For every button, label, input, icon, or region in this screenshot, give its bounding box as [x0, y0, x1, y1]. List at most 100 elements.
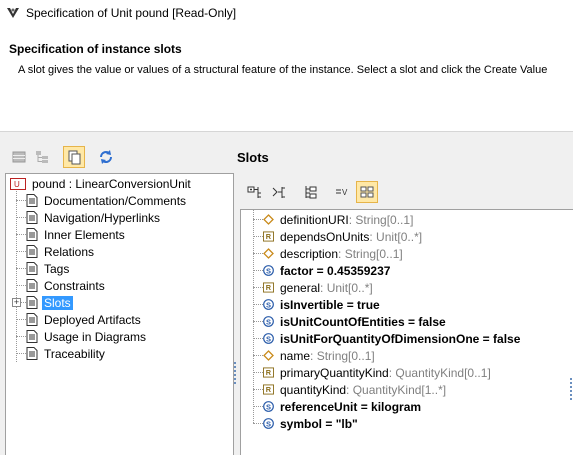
tree-item[interactable]: Tags [26, 260, 71, 277]
tree-connector [16, 336, 26, 337]
grid-view-button[interactable] [356, 181, 378, 203]
reference-icon: R [263, 231, 274, 242]
svg-text:U: U [14, 180, 20, 189]
magicdraw-app-icon [5, 5, 21, 21]
tree-item-label: Tags [44, 261, 70, 276]
sort-icon [305, 186, 317, 199]
slot-row[interactable]: RdependsOnUnits : Unit[0..*] [263, 228, 422, 245]
tree-item[interactable]: Constraints [26, 277, 107, 294]
slot-row[interactable]: description : String[0..1] [263, 245, 403, 262]
slot-connector [253, 287, 263, 288]
slot-connector [253, 355, 263, 356]
slot-connector [253, 304, 263, 305]
page-icon [26, 211, 38, 224]
panel-splitter[interactable] [234, 142, 237, 455]
svg-text:R: R [266, 385, 272, 394]
slot-row[interactable]: definitionURI : String[0..1] [263, 211, 413, 228]
tree-item[interactable]: Navigation/Hyperlinks [26, 209, 162, 226]
expand-all-button[interactable] [244, 181, 266, 203]
slot-name: definitionURI [280, 212, 349, 227]
tree-connector [16, 217, 26, 218]
page-icon [26, 279, 38, 292]
slot-name: description [280, 246, 339, 261]
slot-name: isUnitForQuantityOfDimensionOne = false [280, 331, 521, 346]
slot-name: primaryQuantityKind [280, 365, 389, 380]
slot-name: isUnitCountOfEntities = false [280, 314, 446, 329]
properties-view-button[interactable] [8, 146, 30, 168]
slot-row[interactable]: RquantityKind : QuantityKind[1..*] [263, 381, 446, 398]
slot-row[interactable]: name : String[0..1] [263, 347, 375, 364]
slot-name: referenceUnit = kilogram [280, 399, 422, 414]
slot-row[interactable]: Rgeneral : Unit[0..*] [263, 279, 373, 296]
svg-text:R: R [266, 368, 272, 377]
page-icon [26, 313, 38, 326]
slot-type: : Unit[0..*] [369, 229, 423, 244]
tree-item[interactable]: Slots [26, 294, 73, 311]
tree-item[interactable]: Inner Elements [26, 226, 127, 243]
instance-icon: U [10, 177, 26, 190]
slot-value-icon: S [263, 418, 274, 429]
tree-item-label: Constraints [44, 278, 105, 293]
tree-item-label: Deployed Artifacts [44, 312, 141, 327]
slot-row[interactable]: Sfactor = 0.45359237 [263, 262, 390, 279]
tree-item-label: Inner Elements [44, 227, 125, 242]
svg-text:S: S [266, 301, 271, 310]
spec-navigation-tree: U pound : LinearConversionUnit Documenta… [5, 173, 234, 455]
window-title: Specification of Unit pound [Read-Only] [26, 6, 237, 20]
tree-connector [16, 285, 26, 286]
slot-name: symbol = "lb" [280, 416, 358, 431]
svg-text:S: S [266, 403, 271, 412]
expand-all-icon [247, 186, 261, 198]
slot-row[interactable]: SisUnitCountOfEntities = false [263, 313, 446, 330]
left-toolbar [0, 142, 233, 172]
table-grid-icon [12, 151, 26, 163]
slot-row[interactable]: SisInvertible = true [263, 296, 380, 313]
copy-pages-icon [68, 150, 81, 165]
page-icon [26, 245, 38, 258]
slot-value-icon: S [263, 265, 274, 276]
page-icon [26, 228, 38, 241]
tree-root[interactable]: U pound : LinearConversionUnit [10, 175, 193, 192]
collapse-all-icon [272, 187, 285, 198]
tree-item[interactable]: Usage in Diagrams [26, 328, 148, 345]
slots-tree: definitionURI : String[0..1] RdependsOnUn… [240, 209, 573, 455]
tree-connector [16, 268, 26, 269]
svg-text:S: S [266, 267, 271, 276]
slot-connector [253, 372, 263, 373]
slot-row[interactable]: SreferenceUnit = kilogram [263, 398, 421, 415]
tree-item[interactable]: Documentation/Comments [26, 192, 188, 209]
tree-item-label: Relations [44, 244, 95, 259]
show-values-button[interactable]: V [332, 181, 354, 203]
compact-view-button[interactable] [63, 146, 85, 168]
tree-connector [16, 200, 26, 201]
reference-icon: R [263, 282, 274, 293]
tree-item-label: Usage in Diagrams [44, 329, 147, 344]
tree-root-label: pound : LinearConversionUnit [32, 176, 191, 191]
sort-button[interactable] [300, 181, 322, 203]
grid-icon [360, 186, 374, 198]
page-icon [26, 194, 38, 207]
page-icon [26, 347, 38, 360]
slot-row[interactable]: RprimaryQuantityKind : QuantityKind[0..1… [263, 364, 491, 381]
svg-text:V: V [342, 188, 348, 197]
tree-item[interactable]: Traceability [26, 345, 107, 362]
expand-toggle-icon[interactable]: + [12, 298, 21, 307]
slot-value-icon: S [263, 299, 274, 310]
tree-item[interactable]: Deployed Artifacts [26, 311, 143, 328]
slot-row[interactable]: Ssymbol = "lb" [263, 415, 358, 432]
reference-icon: R [263, 367, 274, 378]
collapse-all-button[interactable] [268, 181, 290, 203]
slot-connector [253, 338, 263, 339]
spec-heading: Specification of instance slots [9, 42, 182, 56]
refresh-button[interactable] [95, 146, 117, 168]
diamond-icon [263, 248, 274, 259]
svg-text:R: R [266, 283, 272, 292]
svg-text:S: S [266, 318, 271, 327]
tree-item[interactable]: Relations [26, 243, 96, 260]
hierarchy-view-button[interactable] [31, 146, 53, 168]
diamond-icon [263, 214, 274, 225]
slot-type: : QuantityKind[1..*] [346, 382, 447, 397]
slots-toolbar: V [240, 178, 573, 206]
reference-icon: R [263, 384, 274, 395]
slot-row[interactable]: SisUnitForQuantityOfDimensionOne = false [263, 330, 520, 347]
